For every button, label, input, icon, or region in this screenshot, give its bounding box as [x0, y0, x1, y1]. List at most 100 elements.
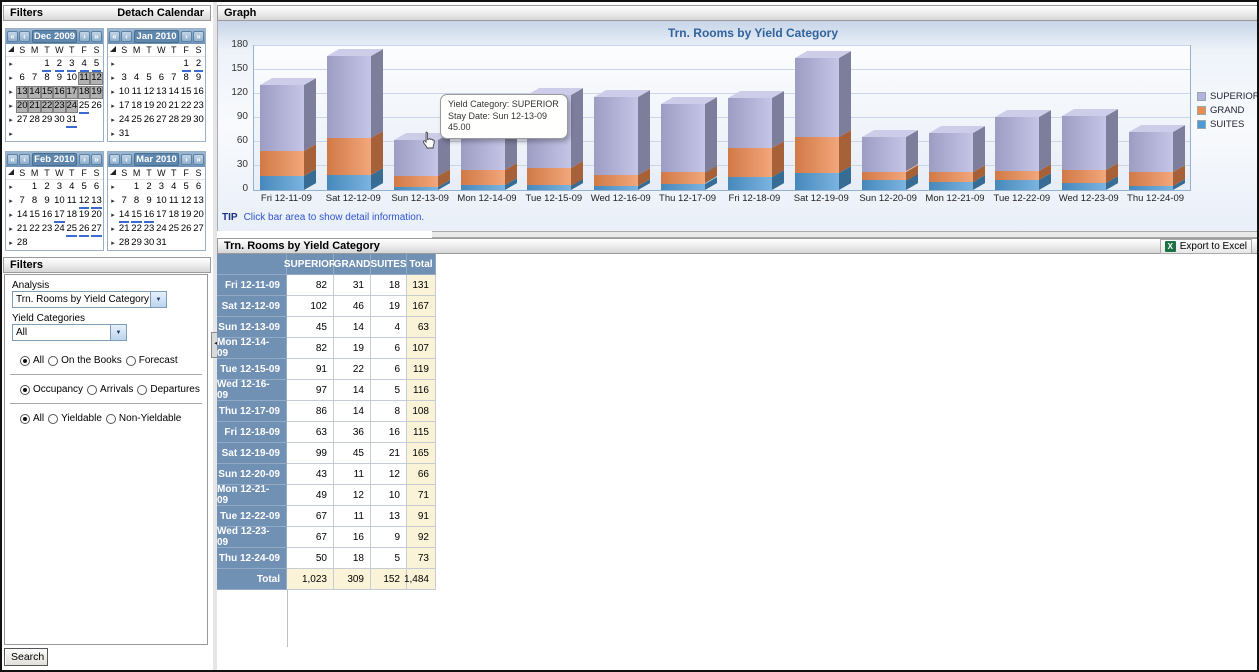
- day-cell[interactable]: 26: [143, 114, 155, 127]
- bar-segment-grand[interactable]: [995, 171, 1039, 180]
- day-cell[interactable]: 19: [78, 209, 90, 222]
- prev-year-icon[interactable]: «: [109, 154, 120, 165]
- day-cell[interactable]: 26: [78, 223, 90, 236]
- week-select-icon[interactable]: ▸: [6, 116, 16, 124]
- day-cell[interactable]: 9: [53, 72, 65, 85]
- bar-segment-grand[interactable]: [594, 175, 638, 186]
- bar-segment-suites[interactable]: [862, 180, 906, 190]
- day-cell[interactable]: 3: [118, 72, 130, 85]
- bar-segment-grand[interactable]: [1062, 170, 1106, 183]
- bar-segment-suites[interactable]: [594, 186, 638, 190]
- radio-non-yieldable[interactable]: Non-Yieldable: [106, 413, 181, 424]
- day-cell[interactable]: 12: [90, 72, 102, 85]
- day-cell[interactable]: 14: [16, 209, 28, 222]
- day-cell[interactable]: 15: [130, 209, 142, 222]
- day-cell[interactable]: 8: [28, 195, 40, 208]
- select-all-days-icon[interactable]: [108, 169, 118, 177]
- day-cell[interactable]: 30: [143, 237, 155, 250]
- week-select-icon[interactable]: ▸: [108, 102, 118, 110]
- prev-year-icon[interactable]: «: [109, 31, 120, 42]
- prev-year-icon[interactable]: «: [7, 31, 18, 42]
- day-cell[interactable]: 19: [143, 100, 155, 113]
- day-cell[interactable]: 7: [28, 72, 40, 85]
- week-select-icon[interactable]: ▸: [108, 197, 118, 205]
- day-cell[interactable]: 27: [192, 223, 204, 236]
- day-cell[interactable]: 8: [41, 72, 53, 85]
- day-cell[interactable]: 20: [90, 209, 102, 222]
- day-cell[interactable]: 21: [28, 100, 40, 113]
- day-cell[interactable]: 12: [143, 86, 155, 99]
- week-select-icon[interactable]: ▸: [6, 130, 16, 138]
- day-cell[interactable]: 3: [53, 181, 65, 194]
- bar-segment-grand[interactable]: [661, 172, 705, 183]
- day-cell[interactable]: 11: [78, 72, 90, 85]
- day-cell[interactable]: 10: [53, 195, 65, 208]
- day-cell[interactable]: 7: [16, 195, 28, 208]
- day-cell[interactable]: 5: [78, 181, 90, 194]
- radio-button-icon[interactable]: [48, 414, 58, 424]
- week-select-icon[interactable]: ▸: [108, 60, 118, 68]
- bar-segment-suites[interactable]: [995, 180, 1039, 190]
- day-cell[interactable]: 31: [118, 128, 130, 141]
- day-cell[interactable]: 6: [90, 181, 102, 194]
- day-cell[interactable]: 17: [118, 100, 130, 113]
- bar-segment-grand[interactable]: [1129, 172, 1173, 186]
- day-cell[interactable]: 24: [155, 223, 167, 236]
- day-cell[interactable]: 14: [168, 86, 180, 99]
- bar-segment-grand[interactable]: [461, 170, 505, 185]
- week-select-icon[interactable]: ▸: [108, 183, 118, 191]
- day-cell[interactable]: 23: [192, 100, 204, 113]
- day-cell[interactable]: 26: [90, 100, 102, 113]
- day-cell[interactable]: 5: [180, 181, 192, 194]
- day-cell[interactable]: 13: [90, 195, 102, 208]
- chevron-down-icon[interactable]: ▼: [150, 292, 166, 307]
- day-cell[interactable]: 22: [41, 100, 53, 113]
- bar-segment-superior[interactable]: [1129, 132, 1173, 172]
- day-cell[interactable]: 6: [155, 72, 167, 85]
- next-year-icon[interactable]: »: [193, 154, 204, 165]
- next-year-icon[interactable]: »: [193, 31, 204, 42]
- day-cell[interactable]: 24: [66, 100, 78, 113]
- tip-text[interactable]: Click bar area to show detail informatio…: [244, 212, 425, 223]
- day-cell[interactable]: 8: [130, 195, 142, 208]
- day-cell[interactable]: 23: [143, 223, 155, 236]
- day-cell[interactable]: 6: [192, 181, 204, 194]
- day-cell[interactable]: 9: [41, 195, 53, 208]
- day-cell[interactable]: 28: [168, 114, 180, 127]
- day-cell[interactable]: 19: [180, 209, 192, 222]
- day-cell[interactable]: 9: [143, 195, 155, 208]
- week-select-icon[interactable]: ▸: [6, 102, 16, 110]
- day-cell[interactable]: 17: [66, 86, 78, 99]
- bar-segment-superior[interactable]: [260, 85, 304, 151]
- day-cell[interactable]: 27: [16, 114, 28, 127]
- bar-segment-suites[interactable]: [1062, 183, 1106, 190]
- week-select-icon[interactable]: ▸: [6, 225, 16, 233]
- next-month-icon[interactable]: ›: [181, 154, 192, 165]
- select-all-days-icon[interactable]: [6, 169, 16, 177]
- radio-forecast[interactable]: Forecast: [126, 355, 178, 366]
- radio-all[interactable]: All: [20, 355, 44, 366]
- bar-segment-grand[interactable]: [327, 138, 371, 175]
- week-select-icon[interactable]: ▸: [6, 183, 16, 191]
- week-select-icon[interactable]: ▸: [6, 60, 16, 68]
- radio-button-icon[interactable]: [106, 414, 116, 424]
- day-cell[interactable]: 4: [168, 181, 180, 194]
- select-all-days-icon[interactable]: [6, 46, 16, 54]
- day-cell[interactable]: 30: [53, 114, 65, 127]
- bar-segment-grand[interactable]: [795, 137, 839, 173]
- day-cell[interactable]: 12: [78, 195, 90, 208]
- bar-segment-suites[interactable]: [260, 176, 304, 190]
- next-month-icon[interactable]: ›: [79, 31, 90, 42]
- bar-segment-suites[interactable]: [795, 173, 839, 190]
- horizontal-splitter[interactable]: ▲: [432, 231, 1259, 238]
- day-cell[interactable]: 25: [130, 114, 142, 127]
- day-cell[interactable]: 10: [66, 72, 78, 85]
- day-cell[interactable]: 4: [78, 58, 90, 71]
- day-cell[interactable]: 2: [143, 181, 155, 194]
- day-cell[interactable]: 16: [143, 209, 155, 222]
- bar-segment-suites[interactable]: [327, 175, 371, 190]
- day-cell[interactable]: 19: [90, 86, 102, 99]
- day-cell[interactable]: 16: [192, 86, 204, 99]
- day-cell[interactable]: 17: [53, 209, 65, 222]
- day-cell[interactable]: 1: [130, 181, 142, 194]
